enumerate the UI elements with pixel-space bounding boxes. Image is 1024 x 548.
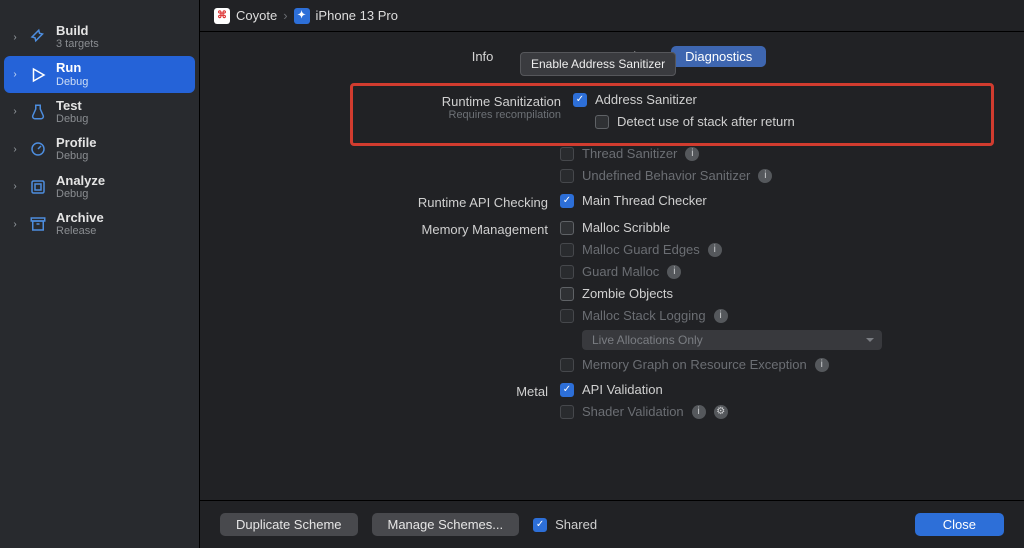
- sidebar-item-sub: 3 targets: [56, 38, 99, 50]
- section-sub-recompilation: Requires recompilation: [363, 109, 561, 121]
- section-label-runtime-api: Runtime API Checking: [200, 193, 560, 210]
- checkbox-malloc-scribble[interactable]: [560, 221, 574, 235]
- section-label-runtime-sanitization: Runtime Sanitization: [363, 94, 561, 109]
- checkbox-stack-logging[interactable]: [560, 309, 574, 323]
- archive-icon: [28, 214, 48, 234]
- label-thread-sanitizer: Thread Sanitizer: [582, 146, 677, 161]
- analyze-icon: [28, 177, 48, 197]
- checkbox-address-sanitizer[interactable]: [573, 93, 587, 107]
- build-icon: [28, 27, 48, 47]
- sidebar-item-label: Archive: [56, 211, 104, 225]
- label-mem-graph: Memory Graph on Resource Exception: [582, 357, 807, 372]
- label-shader-validation: Shader Validation: [582, 404, 684, 419]
- profile-icon: [28, 139, 48, 159]
- tab-diagnostics[interactable]: Diagnostics: [671, 46, 766, 67]
- footer: Duplicate Scheme Manage Schemes... Share…: [200, 500, 1024, 548]
- checkbox-ub-sanitizer[interactable]: [560, 169, 574, 183]
- label-shared: Shared: [555, 517, 597, 532]
- checkbox-guard-malloc[interactable]: [560, 265, 574, 279]
- info-icon[interactable]: i: [667, 265, 681, 279]
- checkbox-detect-stack[interactable]: [595, 115, 609, 129]
- breadcrumb: ⌘ Coyote › ✦ iPhone 13 Pro: [200, 0, 1024, 32]
- tooltip: Enable Address Sanitizer: [520, 52, 676, 76]
- chevron-right-icon: ›: [10, 219, 20, 230]
- sidebar-item-build[interactable]: › Build 3 targets: [4, 19, 195, 55]
- section-label-memory: Memory Management: [200, 220, 560, 372]
- checkbox-api-validation[interactable]: [560, 383, 574, 397]
- run-icon: [28, 65, 48, 85]
- device-icon: ✦: [294, 8, 310, 24]
- sidebar-item-sub: Debug: [56, 76, 88, 88]
- sidebar-item-run[interactable]: › Run Debug: [4, 56, 195, 92]
- tabs: Enable Address Sanitizer Info Arguments …: [200, 32, 1024, 73]
- breadcrumb-device[interactable]: iPhone 13 Pro: [316, 8, 398, 23]
- label-malloc-scribble: Malloc Scribble: [582, 220, 670, 235]
- sidebar-item-label: Test: [56, 99, 88, 113]
- gear-icon[interactable]: ⚙: [714, 405, 728, 419]
- label-address-sanitizer: Address Sanitizer: [595, 92, 697, 107]
- sidebar-item-analyze[interactable]: › Analyze Debug: [4, 169, 195, 205]
- chevron-right-icon: ›: [10, 181, 20, 192]
- label-ub-sanitizer: Undefined Behavior Sanitizer: [582, 168, 750, 183]
- info-icon[interactable]: i: [692, 405, 706, 419]
- label-api-validation: API Validation: [582, 382, 663, 397]
- sidebar-item-test[interactable]: › Test Debug: [4, 94, 195, 130]
- chevron-right-icon: ›: [10, 106, 20, 117]
- test-icon: [28, 102, 48, 122]
- sidebar-item-label: Run: [56, 61, 88, 75]
- chevron-right-icon: ›: [10, 32, 20, 43]
- checkbox-main-thread[interactable]: [560, 194, 574, 208]
- sidebar-item-label: Analyze: [56, 174, 105, 188]
- sidebar-item-archive[interactable]: › Archive Release: [4, 206, 195, 242]
- info-icon[interactable]: i: [708, 243, 722, 257]
- sidebar-item-sub: Debug: [56, 188, 105, 200]
- scheme-sidebar: › Build 3 targets › Run Debug ›: [0, 0, 200, 548]
- breadcrumb-project[interactable]: Coyote: [236, 8, 277, 23]
- tab-info[interactable]: Info: [458, 46, 508, 67]
- chevron-right-icon: ›: [10, 144, 20, 155]
- sidebar-item-sub: Release: [56, 225, 104, 237]
- dropdown-stack-logging-mode[interactable]: Live Allocations Only: [582, 330, 882, 350]
- checkbox-guard-edges[interactable]: [560, 243, 574, 257]
- label-zombie: Zombie Objects: [582, 286, 673, 301]
- checkbox-zombie[interactable]: [560, 287, 574, 301]
- sidebar-item-label: Profile: [56, 136, 96, 150]
- checkbox-mem-graph[interactable]: [560, 358, 574, 372]
- sidebar-item-sub: Debug: [56, 113, 88, 125]
- chevron-right-icon: ›: [10, 69, 20, 80]
- label-guard-malloc: Guard Malloc: [582, 264, 659, 279]
- label-detect-stack: Detect use of stack after return: [617, 114, 795, 129]
- duplicate-scheme-button[interactable]: Duplicate Scheme: [220, 513, 358, 536]
- label-main-thread: Main Thread Checker: [582, 193, 707, 208]
- section-label-metal: Metal: [200, 382, 560, 419]
- sidebar-item-profile[interactable]: › Profile Debug: [4, 131, 195, 167]
- manage-schemes-button[interactable]: Manage Schemes...: [372, 513, 520, 536]
- label-guard-edges: Malloc Guard Edges: [582, 242, 700, 257]
- chevron-right-icon: ›: [283, 8, 287, 23]
- highlight-address-sanitizer: Runtime Sanitization Requires recompilat…: [350, 83, 994, 146]
- checkbox-thread-sanitizer[interactable]: [560, 147, 574, 161]
- sidebar-item-sub: Debug: [56, 150, 96, 162]
- info-icon[interactable]: i: [714, 309, 728, 323]
- info-icon[interactable]: i: [758, 169, 772, 183]
- checkbox-shader-validation[interactable]: [560, 405, 574, 419]
- sidebar-item-label: Build: [56, 24, 99, 38]
- project-icon: ⌘: [214, 8, 230, 24]
- close-button[interactable]: Close: [915, 513, 1004, 536]
- checkbox-shared[interactable]: [533, 518, 547, 532]
- info-icon[interactable]: i: [685, 147, 699, 161]
- label-stack-logging: Malloc Stack Logging: [582, 308, 706, 323]
- info-icon[interactable]: i: [815, 358, 829, 372]
